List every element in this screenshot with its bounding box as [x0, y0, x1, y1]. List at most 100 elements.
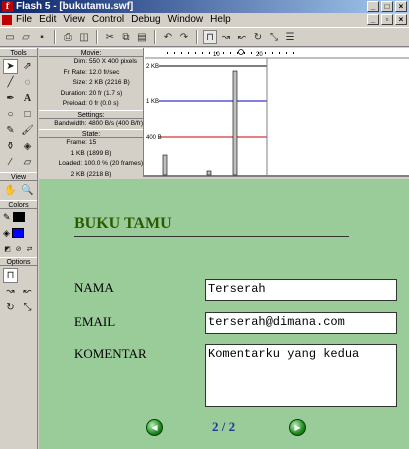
save-icon[interactable]: ▪: [35, 30, 49, 44]
smooth-option-icon[interactable]: ↝: [3, 284, 18, 299]
doc-restore-button[interactable]: ▫: [381, 14, 393, 25]
bandwidth-profiler: Movie: Dim: 550 X 400 pixels Fr Rate: 12.0…: [39, 48, 409, 178]
no-color-icon[interactable]: ⊘: [14, 244, 23, 254]
menu-help[interactable]: Help: [210, 13, 231, 27]
stat-row-fr-rate: Fr Rate: 12.0 fr/sec: [63, 68, 120, 76]
eyedropper-tool-icon[interactable]: ⁄: [3, 155, 18, 170]
komentar-label: KOMENTAR: [74, 346, 147, 361]
fill-bucket-icon: ◈: [3, 227, 10, 238]
frame-bar-7[interactable]: [206, 170, 212, 176]
settings-header: Settings:: [39, 109, 143, 119]
options-grid: ⊓ ↝ ↜ ↻ ⤡: [0, 266, 37, 317]
snap-magnet-icon[interactable]: ⊓: [203, 30, 217, 44]
new-file-icon[interactable]: ▭: [3, 30, 17, 44]
line-tool-icon[interactable]: ╱: [3, 75, 18, 90]
oval-tool-icon[interactable]: ○: [3, 107, 18, 122]
lasso-tool-icon[interactable]: ◌: [20, 75, 35, 90]
profiler-stats-panel: Movie: Dim: 550 X 400 pixels Fr Rate: 12.0…: [39, 48, 144, 178]
scale-option-icon[interactable]: ⤡: [20, 300, 35, 315]
zoom-tool-icon[interactable]: 🔍: [20, 183, 35, 198]
pencil-tool-icon[interactable]: ✎: [3, 123, 18, 138]
rectangle-tool-icon[interactable]: □: [20, 107, 35, 122]
nama-field[interactable]: Terserah: [205, 279, 397, 301]
align-icon[interactable]: ☰: [283, 30, 297, 44]
next-button[interactable]: ▶: [289, 419, 306, 436]
minimize-button[interactable]: _: [367, 1, 379, 12]
maximize-button[interactable]: □: [381, 1, 393, 12]
page-indicator: 2 / 2: [212, 419, 236, 434]
ruler-label-10: 10: [213, 52, 220, 58]
hand-tool-icon[interactable]: ✋: [3, 183, 18, 198]
default-colors-icon[interactable]: ◩: [3, 244, 12, 254]
rotate-icon[interactable]: ↻: [251, 30, 265, 44]
menu-edit[interactable]: Edit: [39, 13, 56, 27]
paint-bucket-tool-icon[interactable]: ◈: [20, 139, 35, 154]
open-folder-icon[interactable]: ▱: [19, 30, 33, 44]
eraser-tool-icon[interactable]: ▱: [20, 155, 35, 170]
flash-app-icon[interactable]: f: [2, 1, 13, 12]
doc-minimize-button[interactable]: _: [367, 14, 379, 25]
swap-colors-icon[interactable]: ⇄: [25, 244, 34, 254]
print-preview-icon[interactable]: ◫: [77, 30, 91, 44]
redo-icon[interactable]: ↷: [177, 30, 191, 44]
arrow-tool-icon[interactable]: ➤: [3, 59, 18, 74]
page-title: BUKU TAMU: [74, 215, 172, 232]
menu-window[interactable]: Window: [168, 13, 204, 27]
menu-bar: File Edit View Control Debug Window Help…: [0, 13, 409, 27]
fill-color-row: ◈: [0, 225, 37, 241]
window-controls: _ □ ×: [367, 1, 407, 12]
limit-label-1kb: 1 KB: [146, 99, 159, 105]
streaming-graph[interactable]: 10 20 2 KB 1 KB 400 B: [145, 48, 409, 177]
stroke-color-swatch[interactable]: [12, 212, 25, 222]
straighten-icon[interactable]: ↜: [235, 30, 249, 44]
print-icon[interactable]: ⎙: [61, 30, 75, 44]
options-section-label: Options: [0, 257, 37, 266]
scale-icon[interactable]: ⤡: [267, 30, 281, 44]
text-tool-icon[interactable]: A: [20, 91, 35, 106]
ruler-label-20: 20: [256, 52, 263, 58]
paste-icon[interactable]: ▤: [135, 30, 149, 44]
movie-stage: BUKU TAMU NAMA Terserah EMAIL terserah@d…: [39, 179, 409, 449]
close-button[interactable]: ×: [395, 1, 407, 12]
frame-bar-1[interactable]: [162, 154, 168, 176]
toolbar-divider: [54, 30, 56, 44]
undo-icon[interactable]: ↶: [161, 30, 175, 44]
stat-row-frame-size: 1 KB (1899 B): [70, 149, 112, 157]
empty-option-slot: [20, 268, 35, 283]
straighten-option-icon[interactable]: ↜: [20, 284, 35, 299]
brush-tool-icon[interactable]: 🖌: [20, 123, 35, 138]
email-label: EMAIL: [74, 314, 116, 329]
doc-close-button[interactable]: ×: [395, 14, 407, 25]
subselect-tool-icon[interactable]: ⇗: [20, 59, 35, 74]
colors-section-label: Colors: [0, 200, 37, 209]
komentar-field[interactable]: Komentarku yang kedua: [205, 344, 397, 407]
playhead-marker[interactable]: [238, 49, 244, 55]
snap-to-objects-icon[interactable]: ⊓: [3, 268, 18, 283]
previous-button[interactable]: ◀: [146, 419, 163, 436]
previous-arrow-icon: ◀: [151, 423, 158, 432]
document-icon[interactable]: [2, 15, 12, 25]
ink-bottle-tool-icon[interactable]: ⚱: [3, 139, 18, 154]
menu-control[interactable]: Control: [92, 13, 124, 27]
menu-debug[interactable]: Debug: [131, 13, 160, 27]
frame-bar-15[interactable]: [232, 70, 238, 176]
tools-section-label: Tools: [0, 48, 37, 57]
frame-ruler[interactable]: [145, 48, 409, 58]
main-toolbar: ▭ ▱ ▪ ⎙ ◫ ✂ ⧉ ▤ ↶ ↷ ⊓ ↝ ↜ ↻ ⤡ ☰: [0, 27, 409, 47]
rotate-option-icon[interactable]: ↻: [3, 300, 18, 315]
cut-icon[interactable]: ✂: [103, 30, 117, 44]
menu-file[interactable]: File: [16, 13, 32, 27]
title-underline: [74, 236, 349, 237]
smooth-icon[interactable]: ↝: [219, 30, 233, 44]
stat-row-duration: Duration: 20 fr (1.7 s): [60, 89, 123, 97]
email-field[interactable]: terserah@dimana.com: [205, 312, 397, 334]
stroke-color-row: ✎: [0, 209, 37, 225]
copy-icon[interactable]: ⧉: [119, 30, 133, 44]
stat-row-size: Size: 2 KB (2216 B): [72, 79, 130, 86]
toolbar-divider: [154, 30, 156, 44]
movie-header: Movie:: [39, 48, 143, 57]
document-window-controls: _ ▫ ×: [367, 14, 407, 25]
menu-view[interactable]: View: [63, 13, 85, 27]
pen-tool-icon[interactable]: ✒: [3, 91, 18, 106]
fill-color-swatch[interactable]: [11, 228, 24, 238]
